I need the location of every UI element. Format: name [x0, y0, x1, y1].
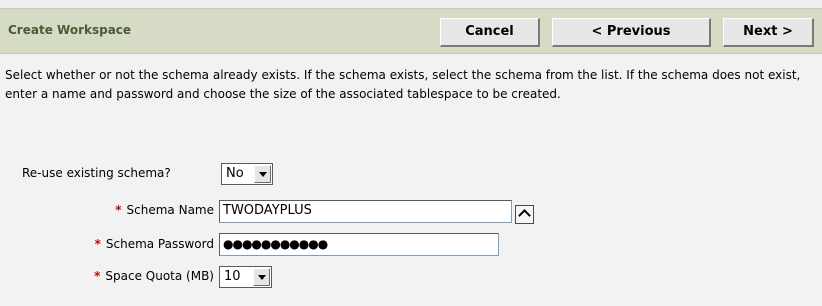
reuse-schema-label: Re-use existing schema? — [22, 166, 171, 180]
space-quota-value: 10 — [224, 269, 241, 284]
create-workspace-region: Create Workspace Cancel < Previous Next … — [0, 0, 822, 306]
schema-name-label-wrap: * Schema Name — [115, 203, 214, 217]
required-marker-icon: * — [115, 203, 122, 217]
region-title: Create Workspace — [8, 23, 132, 37]
chevron-down-icon[interactable] — [253, 268, 270, 286]
required-marker-icon: * — [94, 269, 101, 283]
schema-password-label-wrap: * Schema Password — [95, 237, 214, 251]
space-quota-select[interactable]: 10 — [219, 266, 272, 288]
next-button[interactable]: Next > — [723, 18, 814, 47]
cancel-button[interactable]: Cancel — [440, 18, 540, 47]
previous-button[interactable]: < Previous — [552, 18, 711, 47]
schema-password-label: Schema Password — [105, 237, 214, 251]
schema-password-input[interactable]: ●●●●●●●●●●● — [219, 233, 499, 256]
instructions-text: Select whether or not the schema already… — [5, 68, 801, 101]
schema-name-label: Schema Name — [126, 203, 214, 217]
schema-name-input[interactable]: TWODAYPLUS — [219, 200, 512, 223]
space-quota-label-wrap: * Space Quota (MB) — [94, 269, 214, 283]
reuse-schema-select[interactable]: No — [221, 163, 273, 185]
reuse-schema-value: No — [226, 166, 244, 181]
chevron-down-icon[interactable] — [254, 165, 271, 183]
form-body: Select whether or not the schema already… — [0, 56, 822, 306]
list-of-values-icon[interactable] — [515, 205, 534, 224]
region-header: Create Workspace Cancel < Previous Next … — [0, 8, 822, 54]
required-marker-icon: * — [94, 237, 101, 251]
password-mask: ●●●●●●●●●●● — [223, 237, 328, 251]
space-quota-label: Space Quota (MB) — [105, 269, 214, 283]
